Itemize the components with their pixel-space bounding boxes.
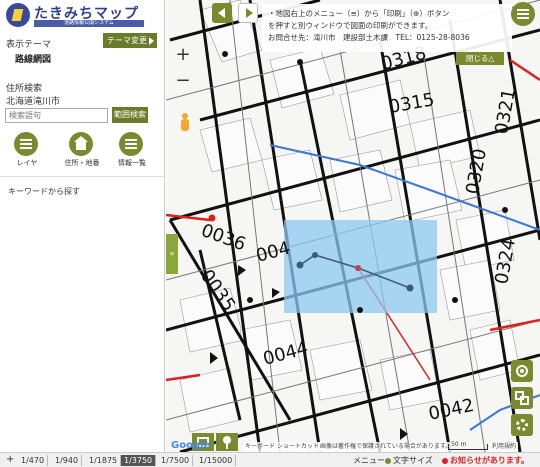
scale-option[interactable]: 1/7500: [158, 455, 194, 466]
sidebar-divider: [0, 176, 165, 177]
notice-line: を押すと別ウィンドウで図面の印刷ができます。: [268, 21, 433, 30]
scale-bar: [448, 444, 488, 450]
image-copyright-notice: 画像は著作権で保護されている場合があります。: [318, 442, 454, 452]
scale-option[interactable]: 1/1875: [86, 455, 122, 466]
scale-option[interactable]: 1/15000: [196, 455, 237, 466]
settings-gear-icon[interactable]: [511, 414, 533, 436]
keyboard-shortcuts-link[interactable]: キーボード ショートカット: [243, 442, 321, 452]
terms-link[interactable]: 利用規約: [490, 442, 519, 452]
city-name: 北海道滝川市: [6, 97, 61, 107]
current-location-icon[interactable]: [511, 360, 533, 382]
layer-button[interactable]: レイヤ: [5, 132, 49, 172]
google-logo: Google: [171, 440, 211, 451]
theme-change-button[interactable]: テーマ変更: [103, 33, 157, 48]
scale-option[interactable]: 1/470: [18, 455, 49, 466]
logo-subtitle: 道路情報公開システム: [34, 20, 144, 27]
address-search-label: 住所検索: [6, 84, 43, 94]
street-view-pegman-icon[interactable]: [180, 113, 190, 133]
info-list-button[interactable]: 情報一覧: [110, 132, 154, 172]
font-size-label: 文字サイズ: [393, 456, 433, 465]
scale-option[interactable]: 1/940: [52, 455, 83, 466]
collapse-sidebar-tab[interactable]: «: [166, 234, 178, 274]
info-list-button-label: 情報一覧: [118, 159, 146, 167]
keyword-search-label[interactable]: キーワードから探す: [8, 186, 80, 197]
logo-mark-icon: [6, 3, 30, 27]
font-size-icon: [385, 457, 391, 464]
copy-icon[interactable]: [511, 387, 533, 409]
notice-alert-button[interactable]: お知らせがあります。: [442, 455, 529, 466]
caret-right-icon: [149, 37, 154, 45]
notice-alert-label: お知らせがあります。: [450, 456, 530, 465]
list-icon: [119, 132, 143, 156]
scale-option-active[interactable]: 1/3750: [121, 455, 157, 466]
theme-change-label: テーマ変更: [107, 36, 147, 45]
map-graphic: 0318 0315 0321 0320 0036 0035 004 0324 0…: [166, 0, 540, 452]
app-logo[interactable]: たきみちマップ 道路情報公開システム: [6, 3, 146, 27]
bottom-menu-label: メニュー: [353, 456, 385, 465]
history-forward-button[interactable]: [238, 3, 258, 23]
search-input[interactable]: [5, 108, 108, 123]
layers-icon: [14, 132, 38, 156]
address-lot-button-label: 住所・地番: [64, 159, 100, 167]
theme-label: 表示テーマ: [6, 40, 52, 50]
notice-panel: ・地図右上のメニュー（≡）から「印刷」（⊕）ボタン を押すと別ウィンドウで図面の…: [262, 4, 512, 52]
font-size-button[interactable]: 文字サイズ: [385, 455, 433, 466]
range-search-button[interactable]: 範囲検索: [112, 107, 148, 123]
layer-button-label: レイヤ: [16, 159, 38, 167]
map-pin-icon[interactable]: [216, 433, 238, 451]
zoom-out-button[interactable]: −: [172, 70, 194, 92]
bottom-bar: + 1/470 1/940 1/1875 1/3750 1/7500 1/150…: [0, 452, 540, 467]
map-canvas[interactable]: 0318 0315 0321 0320 0036 0035 004 0324 0…: [166, 0, 540, 452]
history-back-button[interactable]: [212, 3, 232, 23]
sidebar: たきみちマップ 道路情報公開システム 表示テーマ テーマ変更 路線網図 住所検索…: [0, 0, 165, 452]
alert-icon: [442, 457, 448, 464]
main-menu-icon[interactable]: [511, 2, 535, 26]
address-lot-button[interactable]: 住所・地番: [60, 132, 104, 172]
house-icon: [69, 132, 93, 156]
zoom-in-button[interactable]: +: [172, 44, 194, 66]
route-node-selected: [355, 265, 361, 271]
bottom-menu-button[interactable]: メニュー: [353, 455, 385, 466]
notice-line: ・地図右上のメニュー（≡）から「印刷」（⊕）ボタン: [268, 9, 450, 18]
scale-plus-button[interactable]: +: [6, 454, 14, 465]
notice-close-button[interactable]: 閉じる△: [456, 52, 504, 65]
current-theme-name: 路線網図: [15, 55, 52, 65]
notice-line: お問合せ先：滝川市 建設部土木課 TEL：0125-28-8036: [268, 33, 470, 42]
